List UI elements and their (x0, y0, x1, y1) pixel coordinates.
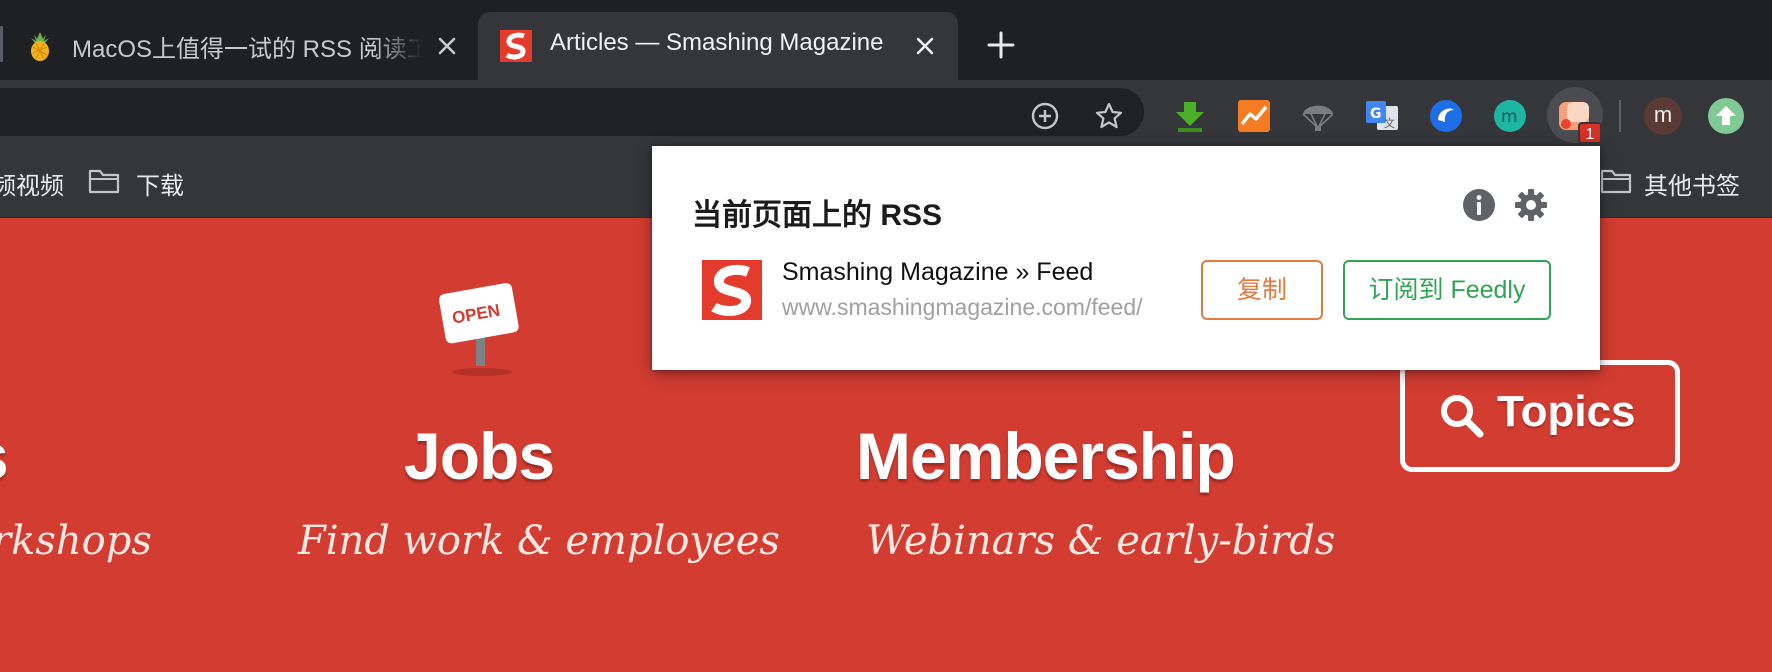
info-icon[interactable] (1462, 188, 1496, 222)
bookmark-other[interactable]: 其他书签 (1644, 166, 1740, 201)
feed-favicon (702, 260, 762, 320)
feed-title: Smashing Magazine » Feed (782, 258, 1094, 286)
subscribe-feedly-button[interactable]: 订阅到 Feedly (1343, 260, 1551, 320)
svg-text:G: G (1370, 106, 1382, 122)
address-bar[interactable] (0, 88, 1144, 136)
tab-title: Articles — Smashing Magazine (550, 29, 884, 56)
add-circle-icon[interactable] (1030, 101, 1060, 131)
close-icon[interactable] (913, 34, 937, 58)
nav-sub-jobs: Find work & employees (298, 518, 780, 564)
star-icon[interactable] (1094, 101, 1124, 131)
copy-button[interactable]: 复制 (1201, 260, 1323, 320)
nav-title-membership[interactable]: Membership (856, 418, 1236, 494)
svg-text:m: m (1501, 107, 1518, 127)
topics-label: Topics (1497, 387, 1636, 436)
close-icon[interactable] (435, 34, 459, 58)
extension-badge: 1 (1578, 122, 1602, 144)
nav-sub-membership: Webinars & early-birds (866, 518, 1336, 564)
popup-heading: 当前页面上的 RSS (692, 199, 943, 232)
tab-rss-article[interactable]: MacOS上值得一试的 RSS 阅读工具 (0, 12, 478, 80)
svg-text:文: 文 (1384, 116, 1395, 130)
profile-avatar[interactable]: m (1644, 97, 1682, 135)
nav-title-jobs[interactable]: Jobs (404, 418, 555, 494)
toolbar: G 文 m 1 m (0, 80, 1772, 144)
pineapple-icon (31, 32, 49, 61)
download-arrow-icon[interactable] (1172, 98, 1208, 134)
tab-separator (0, 26, 3, 62)
tab-title: MacOS上值得一试的 RSS 阅读工具 (72, 36, 422, 63)
blue-circle-icon[interactable] (1428, 98, 1464, 134)
folder-icon (88, 169, 120, 194)
nav-sub-partial: rkshops (0, 518, 152, 564)
nav-title-partial[interactable]: s (0, 418, 9, 494)
bookmark-folder-download[interactable]: 下载 (136, 166, 184, 201)
update-button[interactable] (1708, 98, 1744, 134)
rss-popup: 当前页面上的 RSS Smashing Magazine » Feed www.… (652, 146, 1600, 370)
folder-icon (1600, 169, 1632, 194)
toolbar-separator (1619, 100, 1621, 132)
m-circle-icon[interactable]: m (1492, 98, 1528, 134)
tab-smashing-magazine[interactable]: Articles — Smashing Magazine (478, 12, 958, 80)
tab-strip: MacOS上值得一试的 RSS 阅读工具 Articles — Smashing… (0, 0, 1772, 80)
browser-window: MacOS上值得一试的 RSS 阅读工具 Articles — Smashing… (0, 0, 1772, 672)
topics-button[interactable]: Topics (1400, 360, 1680, 472)
smashing-s-icon (500, 30, 532, 62)
search-icon (1441, 395, 1484, 438)
arrow-up-icon (1716, 106, 1736, 125)
open-sign-icon: OPEN (439, 283, 519, 376)
chart-line-icon[interactable] (1236, 98, 1272, 134)
plus-icon[interactable] (986, 30, 1016, 60)
bookmark-partial[interactable]: 频视频 (0, 166, 64, 201)
google-translate-icon[interactable]: G 文 (1364, 98, 1400, 134)
feed-url: www.smashingmagazine.com/feed/ (782, 294, 1143, 320)
gear-icon[interactable] (1514, 188, 1548, 222)
parachute-icon[interactable] (1300, 98, 1336, 134)
